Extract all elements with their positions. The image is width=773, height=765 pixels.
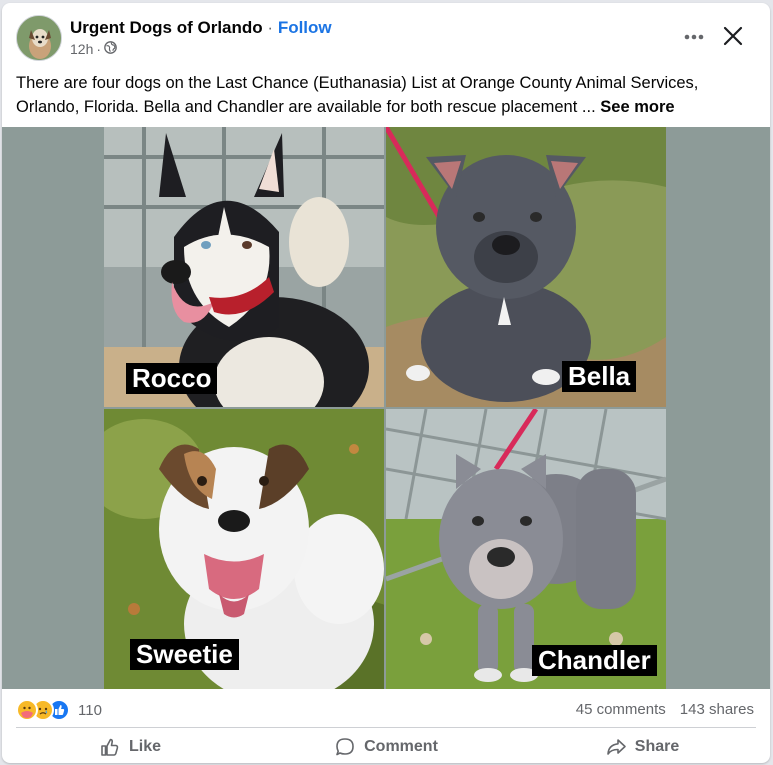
dog-name-label: Chandler — [532, 645, 657, 676]
post-header: Urgent Dogs of Orlando · Follow 12h · — [2, 3, 770, 65]
comment-button[interactable]: Comment — [258, 731, 514, 763]
follow-button[interactable]: Follow — [278, 18, 332, 37]
like-label: Like — [128, 738, 161, 755]
globe-icon[interactable] — [104, 41, 117, 57]
like-icon — [101, 738, 119, 756]
engagement-counts: 45 comments 143 shares — [576, 701, 754, 718]
post-card: Urgent Dogs of Orlando · Follow 12h · Th… — [2, 3, 770, 763]
post-timestamp[interactable]: 12h — [70, 41, 93, 57]
reaction-count: 110 — [78, 701, 102, 719]
dog-name-label: Sweetie — [130, 639, 239, 670]
shares-count-link[interactable]: 143 shares — [680, 701, 754, 718]
page-avatar[interactable] — [16, 15, 62, 61]
reactions-summary[interactable]: 110 — [16, 699, 102, 721]
comment-icon — [336, 738, 354, 756]
dog-name-label: Bella — [562, 361, 637, 392]
photo-collage[interactable]: Rocco Bella Sweetie Chandler — [104, 127, 666, 689]
footer-divider — [16, 727, 756, 728]
see-more-link[interactable]: See more — [600, 98, 674, 116]
like-button[interactable]: Like — [2, 731, 258, 763]
dog-name-label: Rocco — [126, 363, 218, 394]
dog-photo-rocco[interactable]: Rocco — [104, 127, 384, 407]
post-footer: 110 45 comments 143 shares Like Comment — [2, 689, 770, 763]
share-button[interactable]: Share — [514, 731, 770, 763]
comment-label: Comment — [364, 738, 438, 755]
dog-photo-chandler[interactable]: Chandler — [386, 409, 666, 689]
more-options-icon[interactable] — [680, 25, 708, 49]
post-text: There are four dogs on the Last Chance (… — [16, 71, 756, 119]
share-label: Share — [634, 738, 680, 755]
share-icon — [606, 739, 626, 755]
comments-count-link[interactable]: 45 comments — [576, 701, 666, 718]
dog-photo-bella[interactable]: Bella — [386, 127, 666, 407]
page-name-line: Urgent Dogs of Orlando · Follow — [70, 18, 332, 38]
page-name-link[interactable]: Urgent Dogs of Orlando — [70, 18, 263, 37]
meta-separator: · — [96, 41, 102, 57]
close-icon[interactable] — [720, 23, 746, 49]
care-reaction-icon — [16, 699, 38, 721]
post-body: There are four dogs on the Last Chance (… — [16, 74, 699, 116]
dog-photo-sweetie[interactable]: Sweetie — [104, 409, 384, 689]
name-separator: · — [267, 18, 274, 37]
post-meta: 12h · — [70, 41, 117, 57]
action-bar: Like Comment Share — [2, 731, 770, 763]
post-media: Rocco Bella Sweetie Chandler — [2, 127, 770, 689]
